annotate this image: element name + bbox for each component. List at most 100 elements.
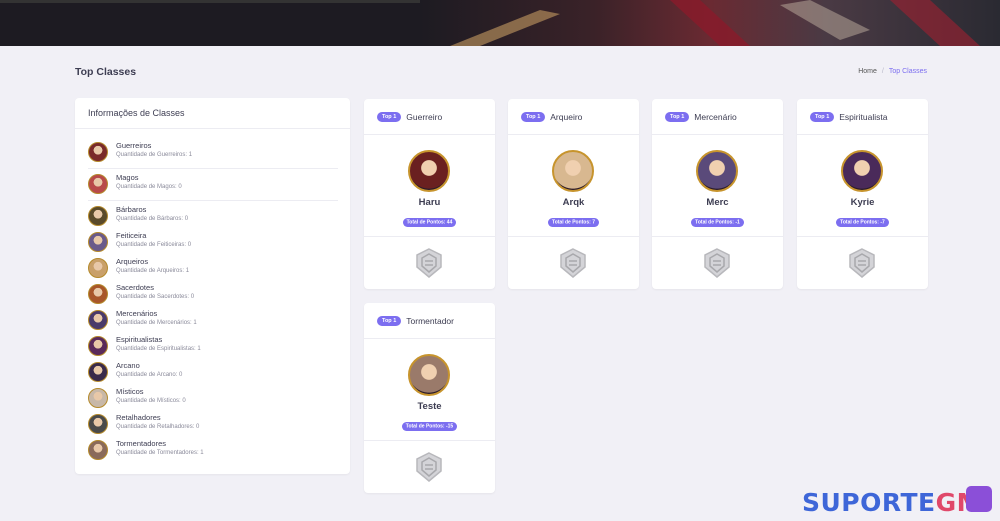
rank-badge: Top 1 (665, 111, 690, 122)
player-avatar (552, 150, 594, 192)
class-list-item: Arqueiros Quantidade de Arqueiros: 1 (88, 257, 338, 281)
class-info-card: Informações de Classes Guerreiros Quantid… (75, 98, 350, 474)
class-list-item: Arcano Quantidade de Arcano: 0 (88, 361, 338, 385)
guild-emblem-icon (560, 248, 586, 278)
top-class-card: Top 1 Arqueiro Arqk Total de Pontos: 7 (508, 99, 639, 289)
guild-emblem-icon (849, 248, 875, 278)
class-name: Mercenários (116, 309, 158, 318)
header-banner (0, 0, 1000, 46)
player-avatar (408, 150, 450, 192)
class-avatar (88, 284, 108, 304)
class-list-item: Sacerdotes Quantidade de Sacerdotes: 0 (88, 283, 338, 307)
player-name[interactable]: Arqk (508, 197, 639, 208)
class-info-title: Informações de Classes (75, 98, 350, 129)
class-quantity: Quantidade de Bárbaros: 0 (116, 216, 189, 222)
class-name: Retalhadores (116, 413, 161, 422)
class-avatar (88, 336, 108, 356)
class-name: Guerreiros (116, 141, 152, 150)
top-card-class: Tormentador (406, 315, 454, 326)
top-class-card: Top 1 Guerreiro Haru Total de Pontos: 44 (364, 99, 495, 289)
player-name[interactable]: Kyrie (797, 197, 928, 208)
top-card-class: Espiritualista (839, 111, 888, 122)
points-wrapper: Total de Pontos: -1 (652, 210, 783, 228)
rank-badge: Top 1 (377, 315, 402, 326)
banner-artwork (420, 0, 1000, 46)
class-name: Tormentadores (116, 439, 167, 448)
class-quantity: Quantidade de Retalhadores: 0 (116, 424, 200, 430)
class-avatar (88, 258, 108, 278)
class-list-divider (88, 200, 338, 201)
top-card-class: Guerreiro (406, 111, 443, 122)
guild-emblem-icon (416, 248, 442, 278)
points-badge: Total de Pontos: -15 (401, 421, 458, 431)
top-card-body: Merc Total de Pontos: -1 (652, 135, 783, 237)
class-avatar (88, 414, 108, 434)
top-card-header: Top 1 Arqueiro (508, 99, 639, 135)
player-name[interactable]: Haru (364, 197, 495, 208)
class-quantity: Quantidade de Guerreiros: 1 (116, 152, 193, 158)
top-card-header: Top 1 Tormentador (364, 303, 495, 339)
class-list-item: Espiritualistas Quantidade de Espirituali… (88, 335, 338, 359)
top-card-class: Mercenário (694, 111, 737, 122)
breadcrumb-separator: / (881, 68, 884, 75)
class-quantity: Quantidade de Tormentadores: 1 (116, 450, 204, 456)
class-name: Bárbaros (116, 205, 147, 214)
top-card-body: Kyrie Total de Pontos: -7 (797, 135, 928, 237)
class-quantity: Quantidade de Mercenários: 1 (116, 320, 197, 326)
top-class-card: Top 1 Espiritualista Kyrie Total de Pontos:… (797, 99, 928, 289)
class-name: Arcano (116, 361, 140, 370)
watermark-icon (966, 486, 992, 512)
class-list-item: Magos Quantidade de Magos: 0 (88, 173, 338, 197)
points-wrapper: Total de Pontos: -7 (797, 210, 928, 228)
rank-badge: Top 1 (521, 111, 546, 122)
class-list-item: Mercenários Quantidade de Mercenários: 1 (88, 309, 338, 333)
top-card-body: Teste Total de Pontos: -15 (364, 339, 495, 441)
player-name[interactable]: Merc (652, 197, 783, 208)
player-avatar (696, 150, 738, 192)
class-quantity: Quantidade de Sacerdotes: 0 (116, 294, 195, 300)
class-name: Feiticeira (116, 231, 147, 240)
points-badge: Total de Pontos: -7 (836, 217, 889, 227)
points-badge: Total de Pontos: 7 (548, 217, 599, 227)
top-card-class: Arqueiro (550, 111, 583, 122)
player-name[interactable]: Teste (364, 401, 495, 412)
rank-badge: Top 1 (810, 111, 835, 122)
class-list-item: Bárbaros Quantidade de Bárbaros: 0 (88, 205, 338, 229)
class-list-item: Guerreiros Quantidade de Guerreiros: 1 (88, 141, 338, 165)
class-list-divider (88, 168, 338, 169)
class-name: Místicos (116, 387, 144, 396)
class-quantity: Quantidade de Feiticeiras: 0 (116, 242, 192, 248)
class-avatar (88, 310, 108, 330)
top-card-header: Top 1 Guerreiro (364, 99, 495, 135)
class-name: Sacerdotes (116, 283, 154, 292)
points-wrapper: Total de Pontos: 7 (508, 210, 639, 228)
player-avatar (841, 150, 883, 192)
class-avatar (88, 440, 108, 460)
class-quantity: Quantidade de Místicos: 0 (116, 398, 186, 404)
top-card-body: Haru Total de Pontos: 44 (364, 135, 495, 237)
points-badge: Total de Pontos: -1 (691, 217, 744, 227)
breadcrumb: Home / Top Classes (858, 68, 927, 75)
class-quantity: Quantidade de Espiritualistas: 1 (116, 346, 201, 352)
class-avatar (88, 388, 108, 408)
class-avatar (88, 174, 108, 194)
class-name: Arqueiros (116, 257, 149, 266)
rank-badge: Top 1 (377, 111, 402, 122)
points-wrapper: Total de Pontos: -15 (364, 414, 495, 432)
class-quantity: Quantidade de Arcano: 0 (116, 372, 183, 378)
class-avatar (88, 362, 108, 382)
breadcrumb-home[interactable]: Home (858, 68, 877, 75)
points-badge: Total de Pontos: 44 (402, 217, 457, 227)
class-name: Magos (116, 173, 139, 182)
class-name: Espiritualistas (116, 335, 163, 344)
player-avatar (408, 354, 450, 396)
watermark-part1: SUPORTE (802, 488, 936, 517)
class-list-item: Místicos Quantidade de Místicos: 0 (88, 387, 338, 411)
class-list-item: Feiticeira Quantidade de Feiticeiras: 0 (88, 231, 338, 255)
class-list-item: Retalhadores Quantidade de Retalhadores: … (88, 413, 338, 437)
class-avatar (88, 142, 108, 162)
class-list-item: Tormentadores Quantidade de Tormentadores… (88, 439, 338, 463)
breadcrumb-current: Top Classes (888, 68, 927, 75)
class-quantity: Quantidade de Arqueiros: 1 (116, 268, 190, 274)
top-class-card: Top 1 Mercenário Merc Total de Pontos: -1 (652, 99, 783, 289)
